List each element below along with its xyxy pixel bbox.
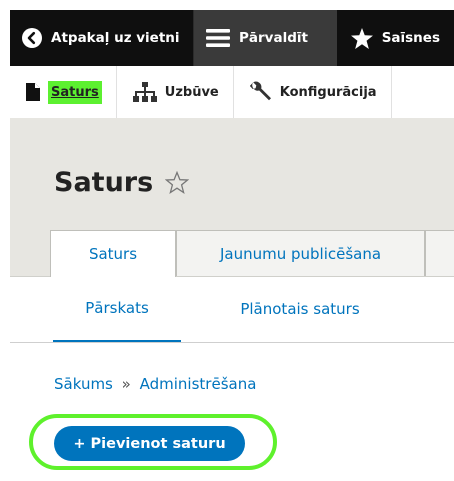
subtab-scheduled-label: Plānotais saturs xyxy=(240,300,360,318)
tray-item-structure-label: Uzbūve xyxy=(164,84,219,100)
tab-news-publishing-label: Jaunumu publicēšana xyxy=(219,244,382,263)
page-header: Saturs Saturs Jaunumu publicēšana xyxy=(10,118,454,277)
subtab-overview-label: Pārskats xyxy=(85,299,149,317)
admin-toolbar: Atpakaļ uz vietni Pārvaldīt Saīsnes xyxy=(10,10,454,66)
tray-item-configuration[interactable]: Konfigurācija xyxy=(234,66,392,118)
breadcrumb-home-link[interactable]: Sākums xyxy=(54,375,113,393)
toolbar-tray: Saturs Uzbūve Konfigurācija xyxy=(10,66,454,118)
tray-item-content[interactable]: Saturs xyxy=(10,66,117,118)
tab-content-label: Saturs xyxy=(88,245,138,263)
breadcrumb-admin-link[interactable]: Administrēšana xyxy=(140,375,257,393)
back-to-site-label: Atpakaļ uz vietni xyxy=(51,30,180,46)
tray-item-configuration-label: Konfigurācija xyxy=(279,84,377,100)
back-arrow-icon xyxy=(22,28,42,48)
tray-item-content-label: Saturs xyxy=(48,80,102,104)
add-shortcut-star-icon[interactable] xyxy=(165,170,190,195)
file-icon xyxy=(26,83,40,101)
manage-menu-button[interactable]: Pārvaldīt xyxy=(194,10,337,66)
admin-toolbar-area: Atpakaļ uz vietni Pārvaldīt Saīsnes Satu… xyxy=(10,10,454,118)
wrench-icon xyxy=(249,81,272,103)
manage-label: Pārvaldīt xyxy=(239,30,308,46)
hamburger-menu-icon xyxy=(206,28,230,48)
tab-overflow[interactable] xyxy=(425,230,454,276)
tab-content[interactable]: Saturs xyxy=(50,230,176,277)
shortcuts-label: Saīsnes xyxy=(381,30,440,46)
add-content-label: + Pievienot saturu xyxy=(73,435,226,452)
breadcrumb-separator: » xyxy=(121,375,131,393)
subtab-scheduled-content[interactable]: Plānotais saturs xyxy=(221,276,379,342)
page-title-text: Saturs xyxy=(54,167,154,198)
star-icon xyxy=(350,27,373,49)
breadcrumb: Sākums » Administrēšana xyxy=(54,375,256,393)
add-content-button[interactable]: + Pievienot saturu xyxy=(54,426,245,461)
subtab-overview[interactable]: Pārskats xyxy=(53,276,181,342)
tab-news-publishing[interactable]: Jaunumu publicēšana xyxy=(176,230,425,276)
shortcuts-button[interactable]: Saīsnes xyxy=(337,10,454,66)
tray-item-structure[interactable]: Uzbūve xyxy=(117,66,234,118)
secondary-tabs: Pārskats Plānotais saturs xyxy=(10,276,454,343)
sitemap-icon xyxy=(132,82,157,102)
page-title: Saturs xyxy=(54,167,190,198)
back-to-site-link[interactable]: Atpakaļ uz vietni xyxy=(10,10,194,66)
